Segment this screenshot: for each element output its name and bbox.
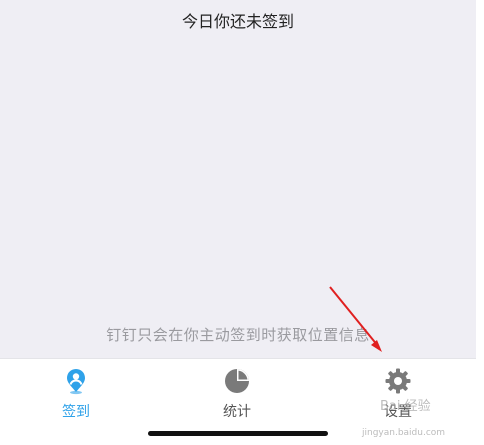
checkin-status-text: 今日你还未签到 [181, 12, 294, 31]
right-edge-strip [476, 0, 484, 444]
watermark-url: jingyan.baidu.com [362, 428, 446, 438]
location-pin-icon [67, 369, 85, 395]
tab-signin[interactable]: 签到 [16, 367, 136, 429]
tab-signin-label: 签到 [62, 404, 90, 420]
watermark: Bai 经验 [380, 399, 431, 414]
home-indicator [148, 431, 328, 436]
location-privacy-notice: 钉钉只会在你主动签到时获取位置信息 [106, 326, 370, 344]
tab-stats-label: 统计 [223, 404, 251, 420]
pie-chart-icon [225, 369, 249, 393]
main-content-area: 今日你还未签到 钉钉只会在你主动签到时获取位置信息 [0, 0, 476, 358]
tab-stats[interactable]: 统计 [177, 367, 297, 429]
gear-icon [385, 368, 411, 394]
